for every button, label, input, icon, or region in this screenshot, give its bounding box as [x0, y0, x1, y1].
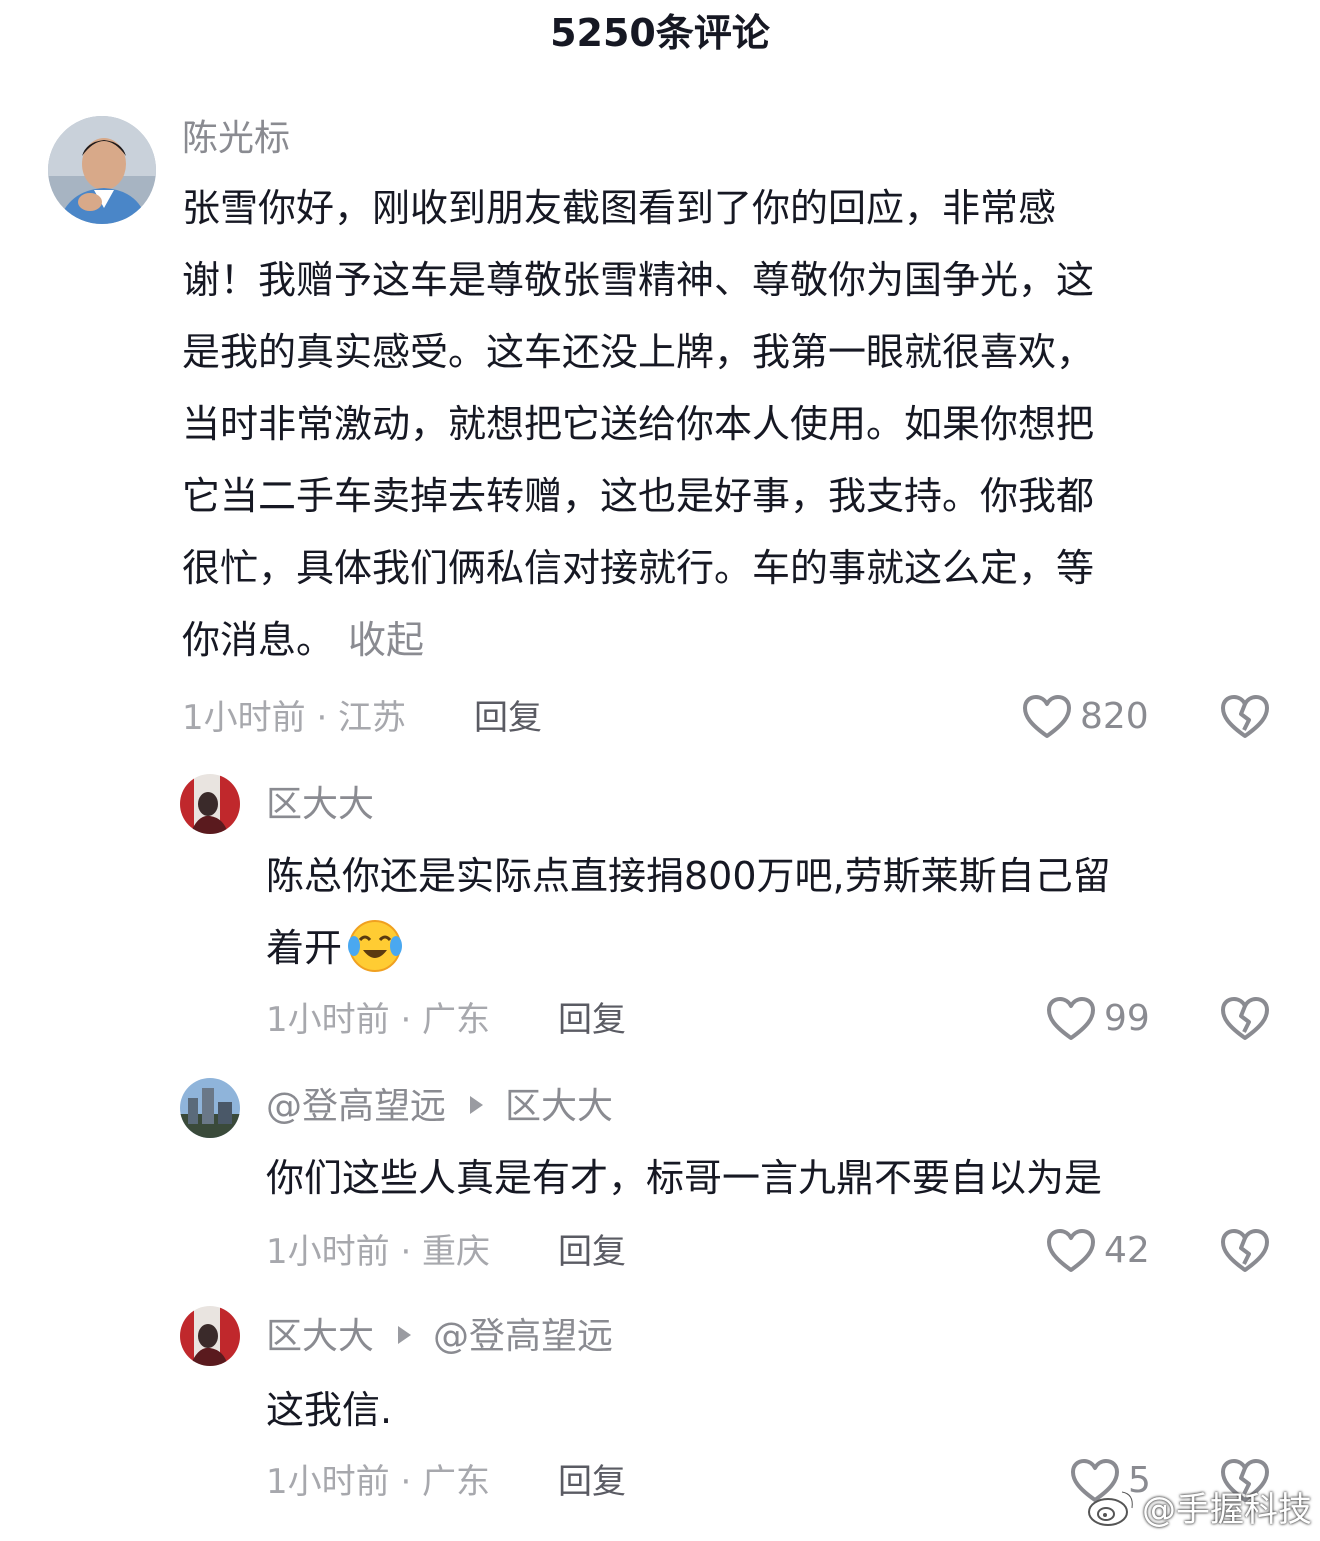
dislike-button[interactable]	[1220, 694, 1270, 744]
comment-count-title: 5250条评论	[550, 11, 770, 55]
comment-text-line: 很忙，具体我们俩私信对接就行。车的事就这么定，等	[182, 546, 1095, 590]
comment-text-line: 是我的真实感受。这车还没上牌，我第一眼就很喜欢，	[182, 330, 1095, 374]
comment-text-line: 它当二手车卖掉去转赠，这也是好事，我支持。你我都	[182, 474, 1095, 518]
comment-username[interactable]: 区大大	[266, 1316, 374, 1357]
comment-body: 陈总你还是实际点直接捐800万吧,劳斯莱斯自己留 着开	[266, 840, 1111, 984]
like-count: 99	[1104, 998, 1150, 1039]
reply-to-username[interactable]: @登高望远	[433, 1316, 613, 1357]
like-button[interactable]: 820	[1022, 694, 1149, 740]
comment-username[interactable]: @登高望远	[266, 1086, 446, 1127]
reply-arrow-icon	[398, 1326, 412, 1344]
crying-laughing-emoji-icon	[346, 916, 404, 974]
comment-time-location: 1小时前 · 重庆	[266, 1232, 491, 1272]
comment-body: 你们这些人真是有才，标哥一言九鼎不要自以为是	[266, 1142, 1102, 1214]
reply-button[interactable]: 回复	[558, 1230, 626, 1274]
comment-username-line: @登高望远 区大大	[266, 1084, 613, 1130]
collapse-link[interactable]: 收起	[348, 618, 424, 662]
like-button[interactable]: 99	[1046, 996, 1150, 1042]
comment-body: 张雪你好，刚收到朋友截图看到了你的回应，非常感 谢！我赠予这车是尊敬张雪精神、尊…	[182, 172, 1094, 676]
comment-time-location: 1小时前 · 广东	[266, 1000, 491, 1040]
avatar[interactable]	[180, 774, 240, 834]
comment-body: 这我信.	[266, 1374, 392, 1446]
comment-text-last-line: 你消息。 收起	[182, 604, 1094, 676]
reply-arrow-icon	[470, 1096, 484, 1114]
avatar[interactable]	[48, 116, 156, 224]
comment-text-line: 谢！我赠予这车是尊敬张雪精神、尊敬你为国争光，这	[182, 258, 1095, 302]
comment-text-line: 当时非常激动，就想把它送给你本人使用。如果你想把	[182, 402, 1095, 446]
comment-text-line: 着开	[266, 926, 343, 970]
like-button[interactable]: 42	[1046, 1228, 1150, 1274]
comment-text-line: 这我信.	[266, 1388, 393, 1432]
like-count: 42	[1104, 1230, 1150, 1271]
comment-time-location: 1小时前 · 广东	[266, 1462, 491, 1502]
heart-outline-icon	[1023, 695, 1071, 738]
comment-username[interactable]: 区大大	[266, 782, 374, 828]
comment-text-line: 你消息。	[182, 618, 335, 662]
watermark-text: @手握科技	[1142, 1490, 1312, 1530]
watermark: @手握科技	[1086, 1482, 1312, 1531]
comment-time-location: 1小时前 · 江苏	[182, 698, 407, 738]
broken-heart-icon	[1221, 997, 1269, 1040]
broken-heart-icon	[1221, 695, 1269, 738]
reply-button[interactable]: 回复	[474, 696, 542, 740]
dislike-button[interactable]	[1220, 1228, 1270, 1278]
comment-username[interactable]: 陈光标	[182, 116, 290, 162]
comment-text-line: 你们这些人真是有才，标哥一言九鼎不要自以为是	[266, 1156, 1103, 1200]
comment-username-line: 区大大 @登高望远	[266, 1314, 613, 1360]
avatar[interactable]	[180, 1078, 240, 1138]
reply-button[interactable]: 回复	[558, 1460, 626, 1504]
reply-to-username[interactable]: 区大大	[505, 1086, 613, 1127]
heart-outline-icon	[1047, 1229, 1095, 1272]
reply-button[interactable]: 回复	[558, 998, 626, 1042]
broken-heart-icon	[1221, 1229, 1269, 1272]
like-count: 820	[1080, 696, 1149, 737]
heart-outline-icon	[1047, 997, 1095, 1040]
comment-text-line: 陈总你还是实际点直接捐800万吧,劳斯莱斯自己留	[266, 854, 1111, 898]
weibo-logo-icon	[1088, 1490, 1134, 1526]
dislike-button[interactable]	[1220, 996, 1270, 1046]
avatar[interactable]	[180, 1306, 240, 1366]
comment-text-last-line: 着开	[266, 912, 1111, 984]
comment-text-line: 张雪你好，刚收到朋友截图看到了你的回应，非常感	[182, 186, 1057, 230]
